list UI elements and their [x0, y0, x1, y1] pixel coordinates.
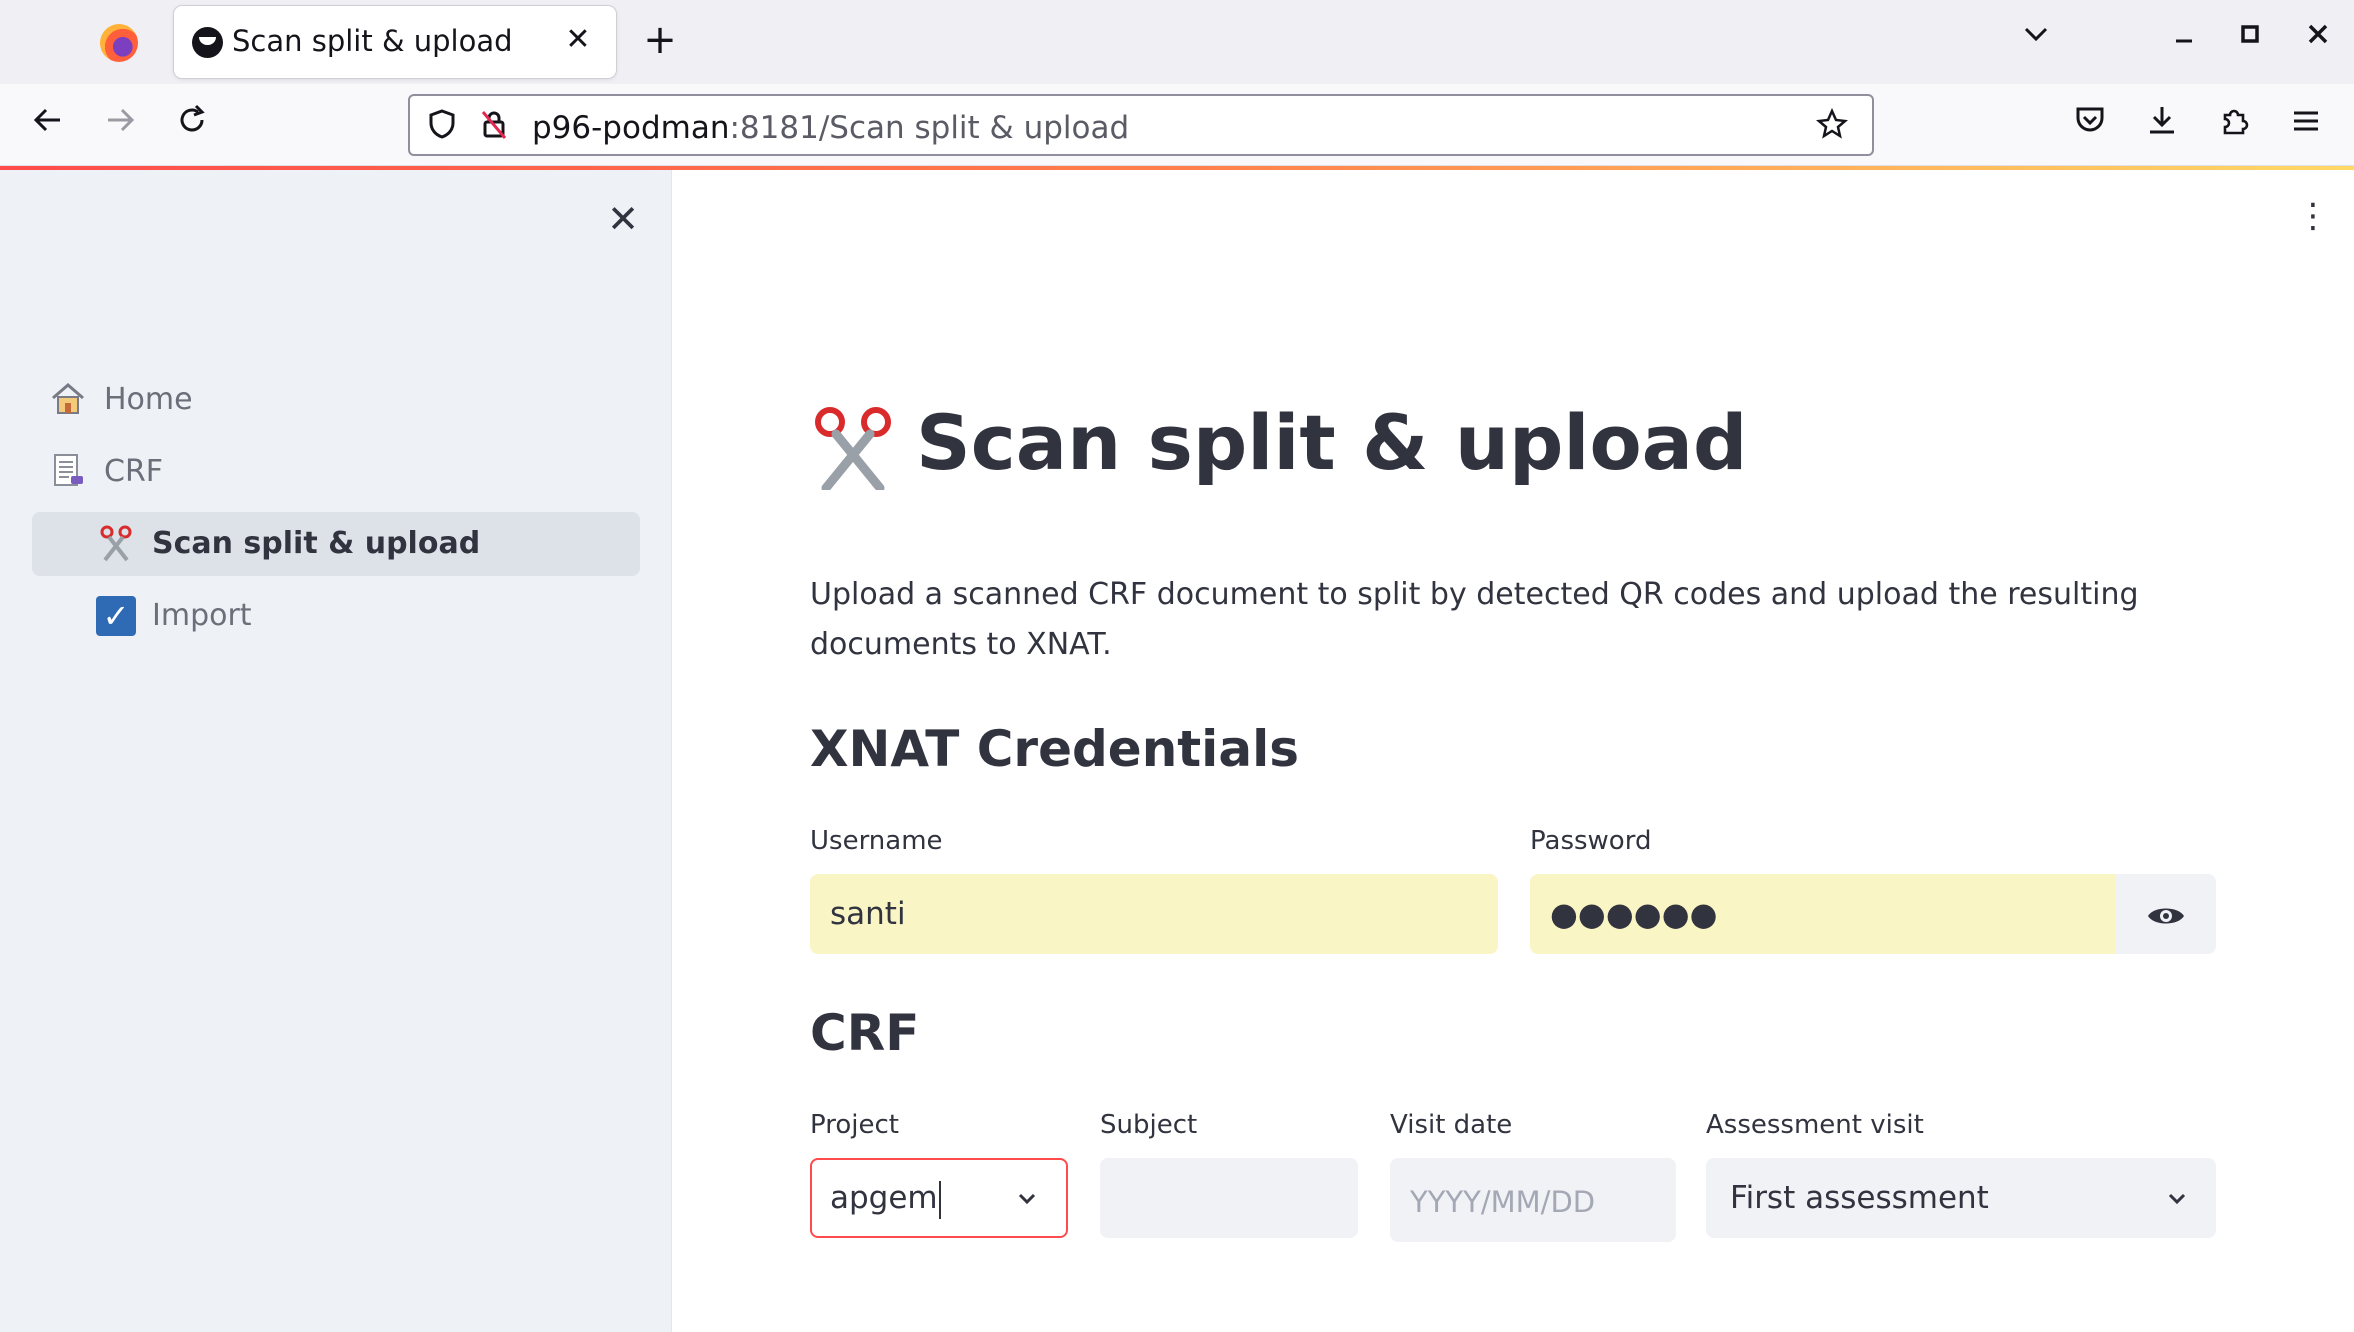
main-menu-icon[interactable]: ⋮ — [2296, 196, 2330, 236]
new-tab-button[interactable]: + — [638, 18, 682, 62]
sidebar-item-crf[interactable]: CRF — [32, 440, 640, 504]
assessment-visit-select[interactable]: First assessment — [1706, 1158, 2216, 1238]
visit-date-input[interactable]: YYYY/MM/DD — [1390, 1158, 1676, 1242]
show-password-icon[interactable] — [2116, 874, 2216, 954]
assessment-visit-label: Assessment visit — [1706, 1110, 1924, 1140]
sidebar-item-scan-split-upload[interactable]: Scan split & upload — [32, 512, 640, 576]
shield-icon[interactable] — [424, 108, 460, 144]
subject-input[interactable] — [1100, 1158, 1358, 1238]
username-label: Username — [810, 826, 943, 856]
sidebar-item-import[interactable]: ✓ Import — [32, 584, 640, 648]
document-icon — [48, 452, 88, 492]
sidebar-close-icon[interactable]: ✕ — [602, 198, 644, 240]
scissors-icon — [96, 524, 136, 564]
pocket-icon[interactable] — [2066, 102, 2114, 150]
app-menu-icon[interactable] — [2282, 102, 2330, 150]
browser-tab-bar: Scan split & upload ✕ + — [0, 0, 2354, 84]
url-bar[interactable]: p96-podman:8181/Scan split & upload — [408, 94, 1874, 156]
page-title: Scan split & upload — [916, 398, 1748, 487]
project-select[interactable]: apgem — [810, 1158, 1068, 1238]
house-icon — [48, 380, 88, 420]
insecure-lock-icon[interactable] — [476, 108, 512, 144]
scissors-icon — [815, 407, 891, 490]
maximize-icon[interactable] — [2228, 18, 2272, 62]
sidebar-item-label: CRF — [104, 454, 164, 489]
forward-icon[interactable] — [96, 102, 144, 150]
crf-heading: CRF — [810, 1004, 920, 1062]
text-caret — [938, 1180, 941, 1219]
credentials-heading: XNAT Credentials — [810, 720, 1299, 778]
username-input[interactable]: santi — [810, 874, 1498, 954]
downloads-icon[interactable] — [2138, 102, 2186, 150]
intro-text: Upload a scanned CRF document to split b… — [810, 577, 2139, 662]
reload-icon[interactable] — [168, 102, 216, 150]
sidebar-item-label: Import — [152, 598, 252, 633]
visit-date-label: Visit date — [1390, 1110, 1513, 1140]
subject-label: Subject — [1100, 1110, 1198, 1140]
sidebar-item-label: Scan split & upload — [152, 526, 481, 561]
chevron-down-icon[interactable] — [1012, 1160, 1042, 1236]
tab-scan-split-upload[interactable]: Scan split & upload ✕ — [174, 6, 616, 78]
extensions-icon[interactable] — [2210, 102, 2258, 150]
url-text: p96-podman:8181/Scan split & upload — [532, 110, 1130, 146]
sidebar-item-label: Home — [104, 382, 193, 417]
browser-nav-bar: p96-podman:8181/Scan split & upload — [0, 84, 2354, 166]
streamlit-favicon-icon — [192, 27, 223, 58]
checkbox-icon: ✓ — [96, 596, 136, 636]
tab-title: Scan split & upload — [232, 24, 513, 58]
password-label: Password — [1530, 826, 1652, 856]
project-select-value: apgem — [830, 1180, 938, 1216]
bookmark-star-icon[interactable] — [1814, 107, 1850, 144]
window-close-icon[interactable] — [2296, 18, 2340, 62]
assessment-visit-value: First assessment — [1730, 1180, 1989, 1216]
sidebar-item-home[interactable]: Home — [32, 368, 640, 432]
list-all-tabs-icon[interactable] — [2014, 18, 2058, 62]
sidebar: ✕ Home CRF Scan split & upload ✓ Import — [0, 170, 672, 1332]
firefox-logo-icon[interactable] — [100, 24, 138, 62]
minimize-icon[interactable] — [2162, 18, 2206, 62]
project-label: Project — [810, 1110, 899, 1140]
chevron-down-icon[interactable] — [2162, 1160, 2192, 1236]
password-input[interactable]: ●●●●●● — [1530, 874, 2120, 954]
back-icon[interactable] — [24, 102, 72, 150]
tab-close-icon[interactable]: ✕ — [558, 20, 598, 60]
